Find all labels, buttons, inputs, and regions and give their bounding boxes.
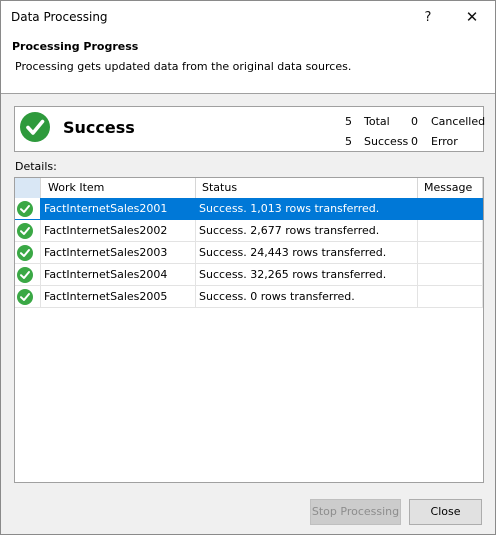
- success-count: 5: [345, 135, 352, 148]
- success-icon: [17, 245, 33, 261]
- status-cell: Success. 32,265 rows transferred.: [196, 264, 418, 286]
- success-check-icon: [20, 112, 50, 142]
- window-close-button[interactable]: ✕: [449, 1, 495, 33]
- table-row[interactable]: FactInternetSales2005 Success. 0 rows tr…: [15, 286, 483, 308]
- message-cell: [418, 198, 483, 220]
- success-icon: [17, 267, 33, 283]
- details-label: Details:: [15, 160, 57, 173]
- column-header-work-item[interactable]: Work Item: [41, 178, 196, 198]
- table-row[interactable]: FactInternetSales2001 Success. 1,013 row…: [15, 198, 483, 220]
- stop-processing-button[interactable]: Stop Processing: [310, 499, 401, 525]
- details-grid[interactable]: Work Item Status Message FactInternetSal…: [14, 177, 484, 483]
- error-count: 0: [411, 135, 418, 148]
- cancelled-label: Cancelled: [431, 115, 486, 128]
- error-label: Error: [431, 135, 458, 148]
- status-cell: Success. 24,443 rows transferred.: [196, 242, 418, 264]
- help-button[interactable]: ?: [405, 1, 451, 33]
- column-header-message[interactable]: Message: [418, 178, 483, 198]
- work-item-cell: FactInternetSales2004: [41, 264, 196, 286]
- status-cell: Success. 1,013 rows transferred.: [196, 198, 418, 220]
- data-processing-dialog: Data Processing ? ✕ Processing Progress …: [0, 0, 496, 535]
- close-icon: ✕: [465, 8, 479, 26]
- status-cell: Success. 2,677 rows transferred.: [196, 220, 418, 242]
- row-header-corner: [15, 178, 41, 198]
- work-item-cell: FactInternetSales2003: [41, 242, 196, 264]
- window-title: Data Processing: [11, 10, 108, 24]
- success-icon: [17, 289, 33, 305]
- message-cell: [418, 242, 483, 264]
- status-cell: Success. 0 rows transferred.: [196, 286, 418, 308]
- success-icon: [17, 223, 33, 239]
- header-panel: Processing Progress Processing gets upda…: [1, 33, 495, 94]
- work-item-cell: FactInternetSales2005: [41, 286, 196, 308]
- header-subtitle: Processing gets updated data from the or…: [15, 60, 352, 73]
- work-item-cell: FactInternetSales2001: [41, 198, 196, 220]
- close-button[interactable]: Close: [409, 499, 482, 525]
- total-count: 5: [345, 115, 352, 128]
- help-icon: ?: [424, 9, 432, 25]
- title-bar: Data Processing ? ✕: [1, 1, 495, 33]
- message-cell: [418, 286, 483, 308]
- column-header-status[interactable]: Status: [196, 178, 418, 198]
- table-row[interactable]: FactInternetSales2003 Success. 24,443 ro…: [15, 242, 483, 264]
- total-label: Total: [364, 115, 390, 128]
- work-item-cell: FactInternetSales2002: [41, 220, 196, 242]
- message-cell: [418, 264, 483, 286]
- message-cell: [418, 220, 483, 242]
- header-title: Processing Progress: [12, 40, 139, 53]
- table-row[interactable]: FactInternetSales2002 Success. 2,677 row…: [15, 220, 483, 242]
- success-icon: [17, 201, 33, 217]
- cancelled-count: 0: [411, 115, 418, 128]
- overall-status-text: Success: [63, 118, 135, 137]
- table-row[interactable]: FactInternetSales2004 Success. 32,265 ro…: [15, 264, 483, 286]
- grid-header-row: Work Item Status Message: [15, 178, 483, 199]
- summary-panel: Success 5 Total 0 Cancelled 5 Success 0 …: [14, 106, 486, 152]
